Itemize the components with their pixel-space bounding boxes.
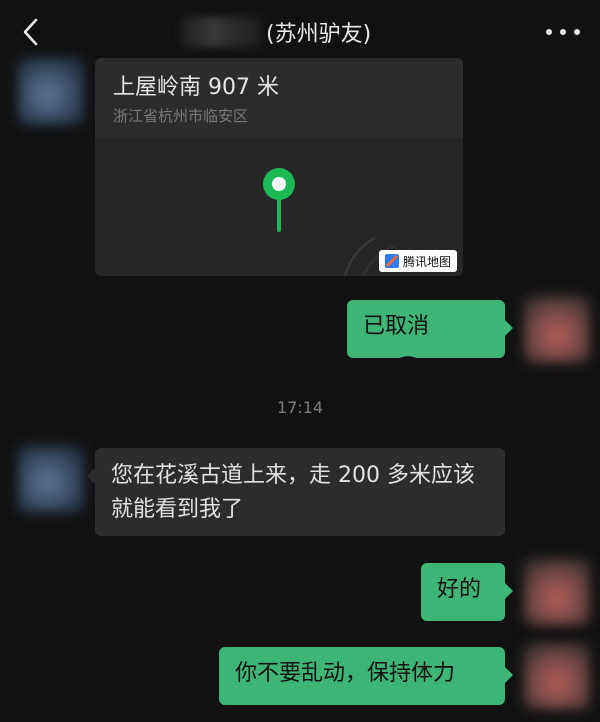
chat-title-text: (苏州驴友) (266, 22, 372, 47)
blurred-contact-name (180, 17, 262, 47)
tencent-map-logo-icon (384, 254, 399, 268)
phone-hangup-icon (393, 356, 423, 368)
avatar[interactable] (524, 643, 590, 709)
message-bubble[interactable]: 好的 (421, 563, 513, 621)
call-status-text: 已取消 (363, 314, 430, 339)
location-place: 上屋岭南 907 米 (113, 75, 279, 100)
call-record-bubble[interactable]: 已取消 (347, 300, 513, 368)
location-pin-icon (263, 168, 295, 232)
chat-header: (苏州驴友) (0, 0, 600, 64)
avatar[interactable] (524, 296, 590, 362)
map-brand-label: 腾讯地图 (402, 254, 451, 269)
message-text: 好的 (437, 577, 482, 602)
map-preview[interactable]: 腾讯地图 (95, 138, 463, 276)
avatar[interactable] (18, 58, 84, 124)
message-bubble[interactable]: 您在花溪古道上来，走 200 多米应该就能看到我了 (87, 448, 505, 536)
more-icon[interactable] (546, 20, 580, 44)
chevron-left-icon[interactable] (14, 14, 50, 50)
message-bubble[interactable]: 你不要乱动，保持体力 (219, 647, 513, 705)
chat-title: (苏州驴友) (180, 10, 371, 54)
avatar[interactable] (524, 559, 590, 625)
message-timestamp: 17:14 (276, 398, 324, 417)
message-text: 你不要乱动，保持体力 (235, 661, 456, 686)
location-card[interactable]: 上屋岭南 907 米 浙江省杭州市临安区 腾讯地图 (95, 58, 463, 276)
location-address: 浙江省杭州市临安区 (113, 107, 249, 125)
avatar[interactable] (18, 446, 84, 512)
message-text: 您在花溪古道上来，走 200 多米应该就能看到我了 (111, 463, 475, 522)
map-brand-badge: 腾讯地图 (378, 250, 457, 272)
